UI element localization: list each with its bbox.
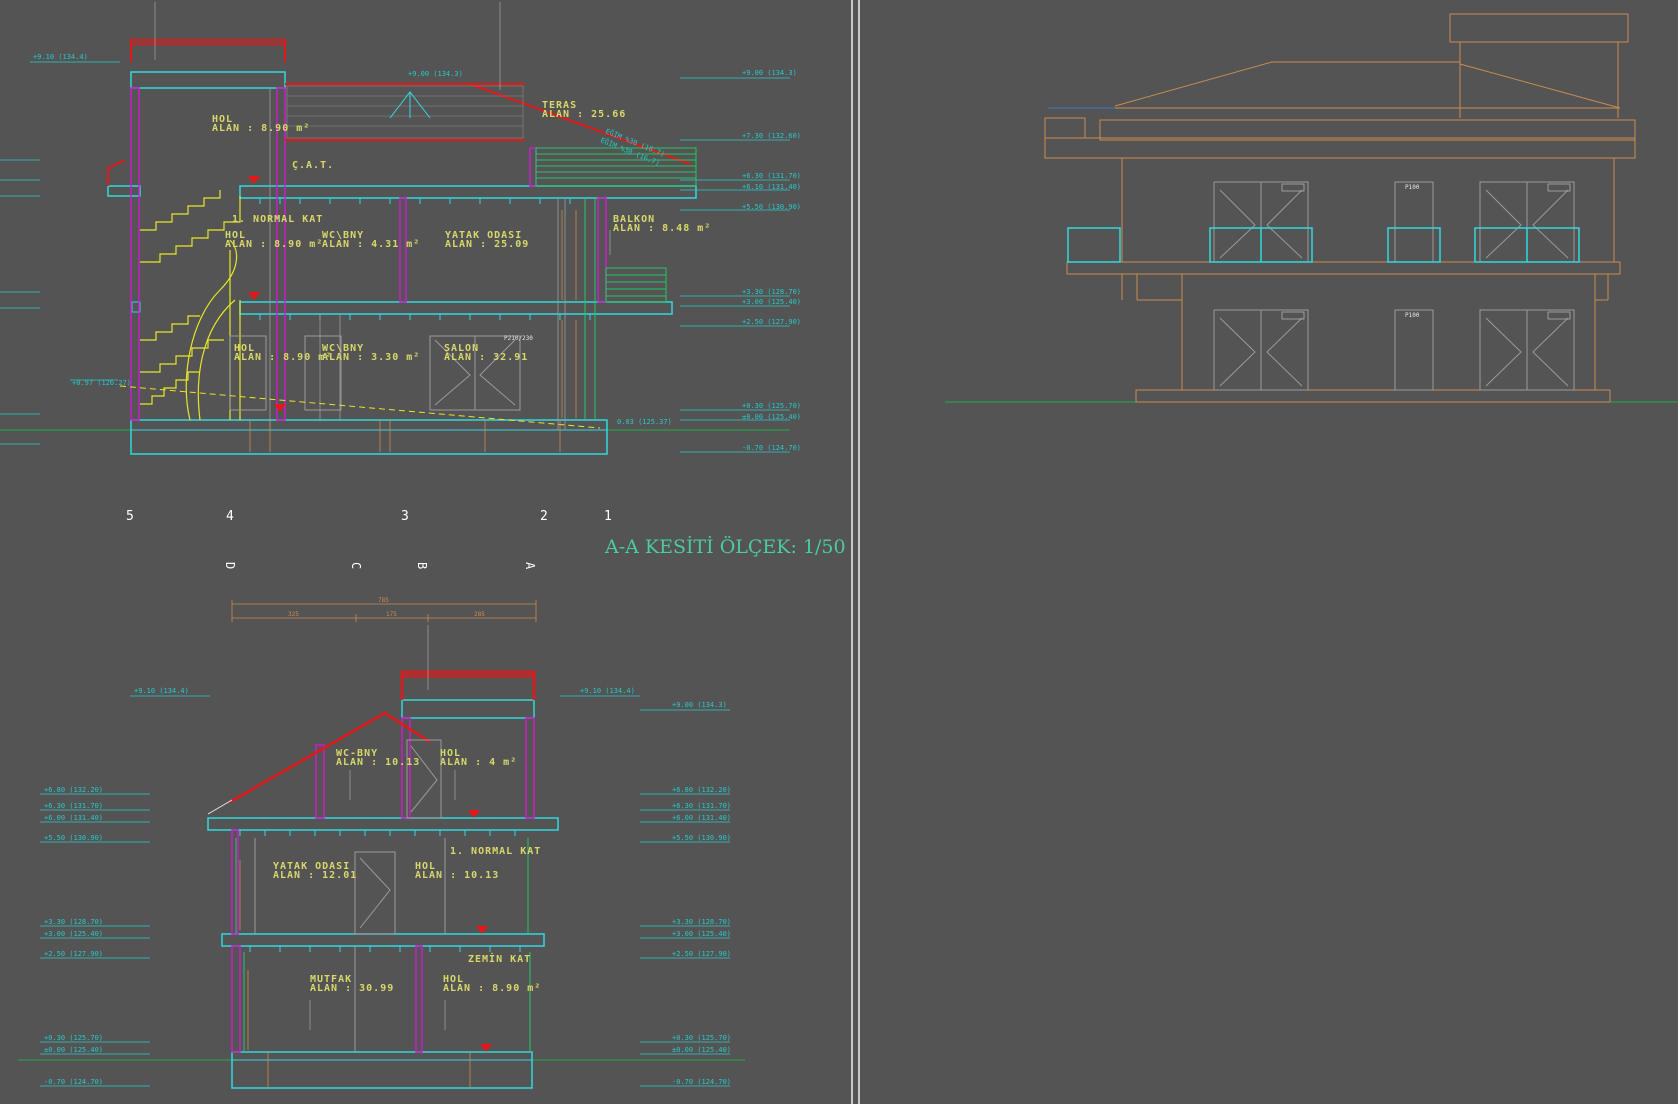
- elevation-label: -0.70 (124.70): [742, 444, 801, 452]
- axis-number: 3: [401, 509, 409, 524]
- room-area: ALAN : 4 m²: [440, 757, 517, 768]
- elevation-label: +6.30 (131.70): [742, 172, 801, 180]
- window-tag: P100: [1405, 312, 1420, 319]
- elevation-label: +2.50 (127.90): [672, 950, 731, 958]
- dimension-label: 325: [288, 611, 299, 618]
- elevation-label: 0.03 (125.37): [617, 418, 672, 426]
- elevation-label: +9.00 (134.3): [672, 701, 727, 709]
- elevation-label: ±0.00 (125.40): [742, 413, 801, 421]
- axis-letter: A: [523, 562, 537, 570]
- room-area: ALAN : 8.90 m²: [225, 239, 323, 250]
- elevation-label: +7.30 (132.60): [742, 132, 801, 140]
- room-area: ALAN : 3.30 m²: [322, 352, 420, 363]
- elevation-label: +3.00 (125.40): [672, 930, 731, 938]
- elevation-label: +9.00 (134.3): [408, 70, 463, 78]
- room-area: ALAN : 8.90 m²: [234, 352, 332, 363]
- elevation-label: +9.10 (134.4): [134, 687, 189, 695]
- room-area: ALAN : 32.91: [444, 352, 528, 363]
- elevation-label: -0.70 (124.70): [44, 1078, 103, 1086]
- elevation-label: +6.00 (131.40): [44, 814, 103, 822]
- floor-label: ZEMİN KAT: [468, 951, 531, 965]
- door-tag: P210/230: [504, 335, 533, 342]
- elevation-label: +5.50 (130.90): [742, 203, 801, 211]
- dimension-label: 175: [386, 611, 397, 618]
- elevation-label: +0.30 (125.70): [742, 402, 801, 410]
- elevation-label: +9.10 (134.4): [33, 53, 88, 61]
- elevation-label: +0.97 (126.27): [72, 379, 131, 387]
- elevation-label: +3.30 (128.70): [742, 288, 801, 296]
- axis-letter: D: [223, 562, 237, 569]
- elevation-label: ±0.00 (125.40): [44, 1046, 103, 1054]
- axis-number: 1: [604, 509, 612, 524]
- room-area: ALAN : 10.13: [415, 870, 499, 881]
- axis-letter: B: [415, 562, 429, 569]
- elevation-label: +2.50 (127.90): [44, 950, 103, 958]
- room-area: ALAN : 4.31 m²: [322, 239, 420, 250]
- room-area: ALAN : 25.66: [542, 109, 626, 120]
- floor-label: 1. NORMAL KAT: [232, 214, 323, 225]
- room-area: ALAN : 8.90 m²: [212, 123, 310, 134]
- elevation-label: +6.80 (132.20): [44, 786, 103, 794]
- window-tag: P100: [1405, 184, 1420, 191]
- elevation-label: +6.80 (132.20): [672, 786, 731, 794]
- cad-drawing-canvas[interactable]: HOL ALAN : 8.90 m² TERAS ALAN : 25.66 Ç.…: [0, 0, 1678, 1104]
- elevation-label: +9.10 (134.4): [580, 687, 635, 695]
- elevation-label: +5.50 (130.90): [44, 834, 103, 842]
- floor-label: 1. NORMAL KAT: [450, 846, 541, 857]
- elevation-label: +9.00 (134.3): [742, 69, 797, 77]
- drawing-title: A-A KESİTİ ÖLÇEK: 1/50: [604, 535, 846, 558]
- elevation-label: -0.70 (124.70): [672, 1078, 731, 1086]
- axis-number: 4: [226, 509, 234, 524]
- room-area: ALAN : 10.13: [336, 757, 420, 768]
- elevation-label: +2.50 (127.90): [742, 318, 801, 326]
- elevation-label: +0.30 (125.70): [44, 1034, 103, 1042]
- room-area: ALAN : 8.90 m²: [443, 983, 541, 994]
- axis-number: 2: [540, 509, 548, 524]
- elevation-label: ±0.00 (125.40): [672, 1046, 731, 1054]
- room-area: ALAN : 30.99: [310, 983, 394, 994]
- axis-number: 5: [126, 509, 134, 524]
- elevation-label: +3.00 (125.40): [742, 298, 801, 306]
- elevation-label: +3.00 (125.40): [44, 930, 103, 938]
- elevation-label: +5.50 (130.90): [672, 834, 731, 842]
- elevation-label: +3.30 (128.70): [44, 918, 103, 926]
- room-name: Ç.A.T.: [292, 160, 334, 171]
- elevation-label: +6.30 (131.70): [672, 802, 731, 810]
- axis-letter: C: [349, 562, 363, 569]
- elevation-label: +6.00 (131.40): [672, 814, 731, 822]
- elevation-label: +3.30 (128.70): [672, 918, 731, 926]
- room-area: ALAN : 25.09: [445, 239, 529, 250]
- room-area: ALAN : 12.01: [273, 870, 357, 881]
- dimension-label: 785: [378, 597, 389, 604]
- elevation-label: +6.30 (131.70): [44, 802, 103, 810]
- elevation-label: +0.30 (125.70): [672, 1034, 731, 1042]
- dimension-label: 285: [474, 611, 485, 618]
- room-area: ALAN : 8.48 m²: [613, 223, 711, 234]
- elevation-label: +6.10 (131.40): [742, 183, 801, 191]
